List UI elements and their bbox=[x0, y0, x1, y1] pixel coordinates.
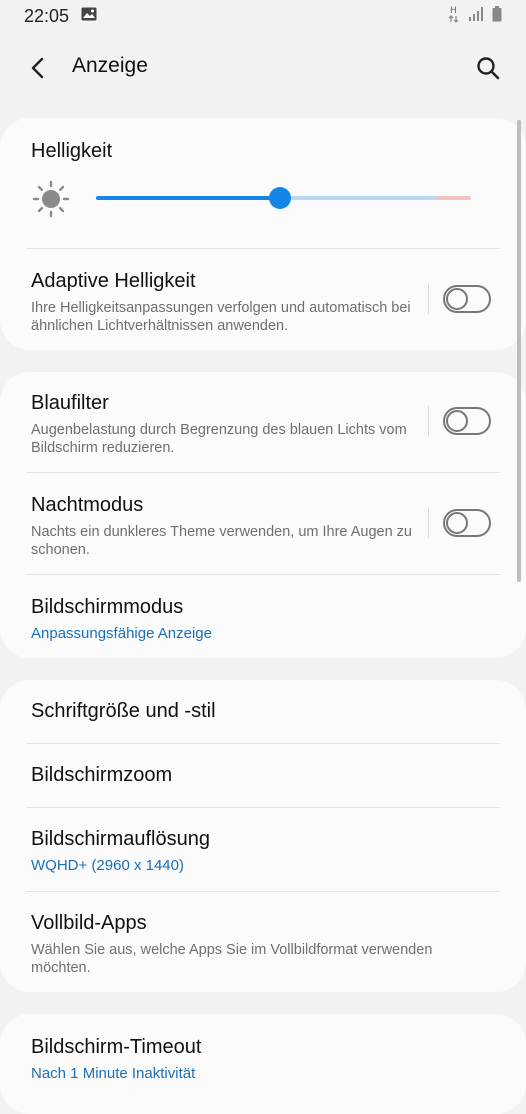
switch-knob bbox=[446, 288, 468, 310]
timeout-card: Bildschirm-Timeout Nach 1 Minute Inaktiv… bbox=[0, 1014, 526, 1114]
divider bbox=[26, 472, 500, 473]
divider bbox=[26, 891, 500, 892]
zoom-title: Bildschirmzoom bbox=[31, 764, 173, 786]
separator bbox=[428, 406, 429, 436]
search-icon bbox=[477, 57, 500, 80]
adaptive-brightness-title: Adaptive Helligkeit bbox=[31, 270, 196, 292]
search-button[interactable] bbox=[470, 50, 506, 86]
night-mode-row[interactable]: Nachtmodus Nachts ein dunkleres Theme ve… bbox=[31, 494, 416, 559]
divider bbox=[26, 574, 500, 575]
adaptive-brightness-switch[interactable] bbox=[443, 285, 491, 313]
back-arrow-icon bbox=[31, 57, 44, 79]
switch-knob bbox=[446, 512, 468, 534]
night-mode-subtitle: Nachts ein dunkleres Theme verwenden, um… bbox=[31, 524, 412, 558]
timeout-row[interactable]: Bildschirm-Timeout Nach 1 Minute Inaktiv… bbox=[31, 1036, 526, 1083]
divider bbox=[26, 248, 500, 249]
night-mode-switch[interactable] bbox=[443, 509, 491, 537]
slider-fill bbox=[96, 196, 280, 200]
timeout-value: Nach 1 Minute Inaktivität bbox=[31, 1065, 196, 1082]
sun-icon bbox=[32, 180, 70, 223]
brightness-label: Helligkeit bbox=[31, 140, 113, 162]
screen-mode-row[interactable]: Bildschirmmodus Anpassungsfähige Anzeige bbox=[31, 596, 526, 643]
font-row[interactable]: Schriftgröße und -stil bbox=[31, 700, 526, 723]
divider bbox=[26, 743, 500, 744]
signal-icon bbox=[468, 6, 484, 27]
font-title: Schriftgröße und -stil bbox=[31, 700, 216, 722]
divider bbox=[26, 807, 500, 808]
app-bar: Anzeige bbox=[0, 40, 526, 96]
screen-mode-title: Bildschirmmodus bbox=[31, 596, 184, 618]
status-time: 22:05 bbox=[24, 5, 70, 26]
timeout-title: Bildschirm-Timeout bbox=[31, 1036, 202, 1058]
blue-light-switch[interactable] bbox=[443, 407, 491, 435]
zoom-row[interactable]: Bildschirmzoom bbox=[31, 764, 526, 787]
resolution-row[interactable]: Bildschirmauflösung WQHD+ (2960 x 1440) bbox=[31, 828, 526, 875]
fullscreen-apps-subtitle: Wählen Sie aus, welche Apps Sie im Vollb… bbox=[31, 942, 433, 976]
image-icon bbox=[81, 7, 97, 26]
data-arrows-icon: H bbox=[448, 5, 460, 28]
adaptive-brightness-row[interactable]: Adaptive Helligkeit Ihre Helligkeitsanpa… bbox=[31, 270, 416, 335]
fullscreen-apps-row[interactable]: Vollbild-Apps Wählen Sie aus, welche App… bbox=[31, 912, 456, 977]
battery-icon bbox=[492, 5, 502, 27]
screen-mode-value: Anpassungsfähige Anzeige bbox=[31, 625, 212, 642]
separator bbox=[428, 284, 429, 314]
blue-light-row[interactable]: Blaufilter Augenbelastung durch Begrenzu… bbox=[31, 392, 416, 457]
separator bbox=[428, 508, 429, 538]
blue-light-title: Blaufilter bbox=[31, 392, 109, 414]
page-title: Anzeige bbox=[72, 54, 148, 77]
switch-knob bbox=[446, 410, 468, 432]
blue-light-subtitle: Augenbelastung durch Begrenzung des blau… bbox=[31, 422, 407, 456]
status-bar: 22:05 H bbox=[0, 0, 526, 32]
back-button[interactable] bbox=[20, 50, 56, 86]
resolution-value: WQHD+ (2960 x 1440) bbox=[31, 857, 184, 874]
scrollbar[interactable] bbox=[517, 120, 521, 582]
svg-text:H: H bbox=[450, 6, 457, 16]
resolution-title: Bildschirmauflösung bbox=[31, 828, 210, 850]
text-display-card: Schriftgröße und -stil Bildschirmzoom Bi… bbox=[0, 680, 526, 992]
brightness-card: Helligkeit Adaptive Helligkeit Ihre Hell… bbox=[0, 118, 526, 350]
display-filters-card: Blaufilter Augenbelastung durch Begrenzu… bbox=[0, 372, 526, 658]
slider-thumb[interactable] bbox=[268, 187, 291, 209]
adaptive-brightness-subtitle: Ihre Helligkeitsanpassungen verfolgen un… bbox=[31, 300, 411, 334]
night-mode-title: Nachtmodus bbox=[31, 494, 144, 516]
slider-high-zone bbox=[435, 196, 471, 200]
fullscreen-apps-title: Vollbild-Apps bbox=[31, 912, 147, 934]
